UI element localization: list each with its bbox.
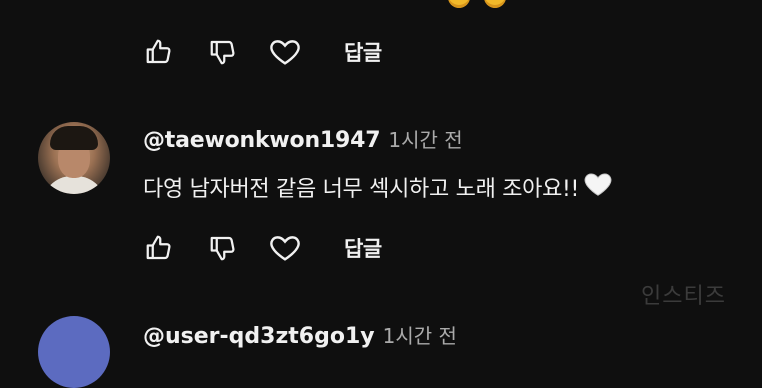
comment-author[interactable]: @user-qd3zt6go1y [143,324,375,349]
like-button[interactable] [142,231,176,265]
comment-author[interactable]: @taewonkwon1947 [143,128,381,153]
dislike-button[interactable] [206,35,240,69]
heart-outline-icon [270,40,300,65]
heart-outline-icon [270,236,300,261]
thumbs-up-icon [146,235,171,260]
comment-actions: 답글 [142,229,382,267]
emoji-icon [484,0,506,8]
reply-button[interactable]: 답글 [344,233,382,263]
avatar[interactable] [38,122,110,194]
thumbs-down-icon [210,236,235,261]
reply-button[interactable]: 답글 [344,37,382,67]
comment-body: 다영 남자버전 같음 너무 섹시하고 노래 조아요!! [143,169,613,205]
like-button[interactable] [142,35,176,69]
white-heart-icon [583,169,613,205]
dislike-button[interactable] [206,231,240,265]
heart-button[interactable] [268,231,302,265]
avatar-shirt [42,176,106,194]
comment: @taewonkwon1947 1시간 전 다영 남자버전 같음 너무 섹시하고… [143,124,613,205]
comment-text: 다영 남자버전 같음 너무 섹시하고 노래 조아요!! [143,177,580,202]
comment-timestamp[interactable]: 1시간 전 [383,320,457,349]
next-comment-meta: @user-qd3zt6go1y 1시간 전 [143,320,457,349]
comment-timestamp[interactable]: 1시간 전 [388,124,462,153]
avatar[interactable] [38,316,110,388]
thumbs-down-icon [210,40,235,65]
comment-meta: @taewonkwon1947 1시간 전 [143,124,613,153]
top-comment-actions: 답글 [142,33,382,71]
emoji-icon [448,0,470,8]
thumbs-up-icon [146,39,171,64]
emoji-row [448,0,506,8]
avatar-hair [50,126,98,150]
heart-button[interactable] [268,35,302,69]
watermark: 인스티즈 [641,284,726,309]
